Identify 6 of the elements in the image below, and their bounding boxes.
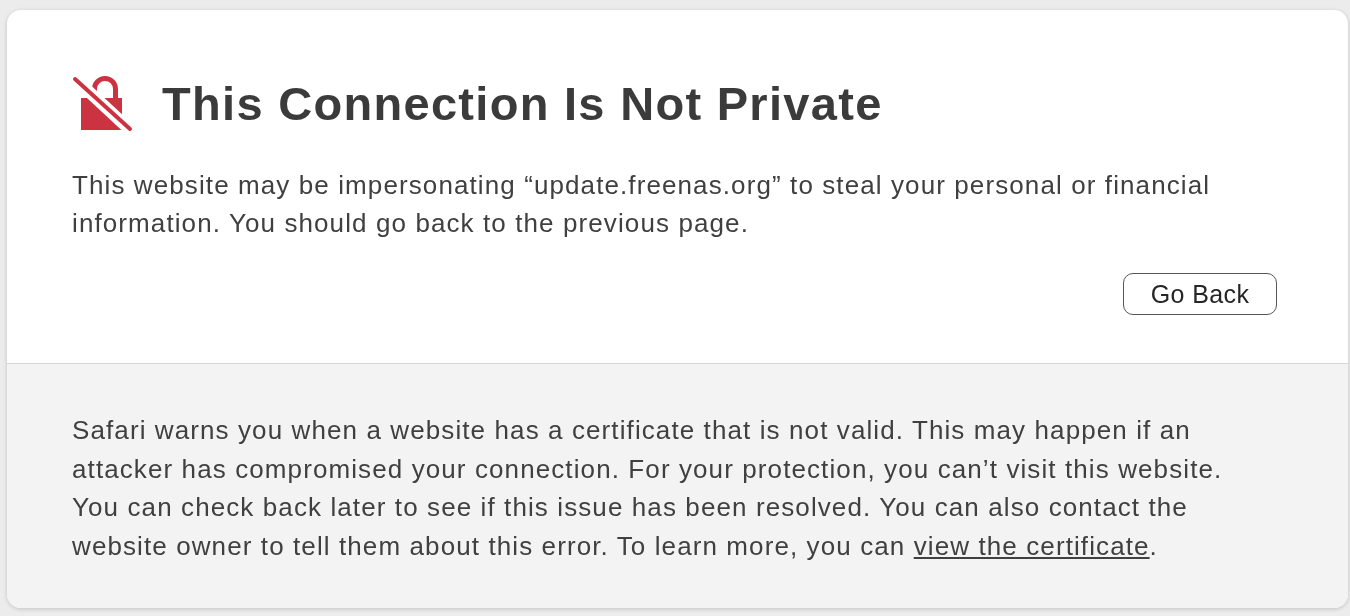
page-title: This Connection Is Not Private <box>162 76 883 132</box>
warning-message: This website may be impersonating “update.freenas.org” to steal your personal or financial information. You should go back to the previous page. <box>72 169 1212 240</box>
details-paragraph: Safari warns you when a website has a certificate that is not valid. This may happen if an attacker has compromised your connection. For your protection, you can’t visit this website. You can check back later to see if this issue has been resolved. You can also contact the website owner to tell them about this error. To learn more, you can view the certificate. <box>72 414 1224 563</box>
view-certificate-link[interactable]: view the certificate <box>913 530 1150 561</box>
crossed-lock-icon <box>72 76 134 132</box>
go-back-button[interactable]: Go Back <box>1123 273 1277 315</box>
